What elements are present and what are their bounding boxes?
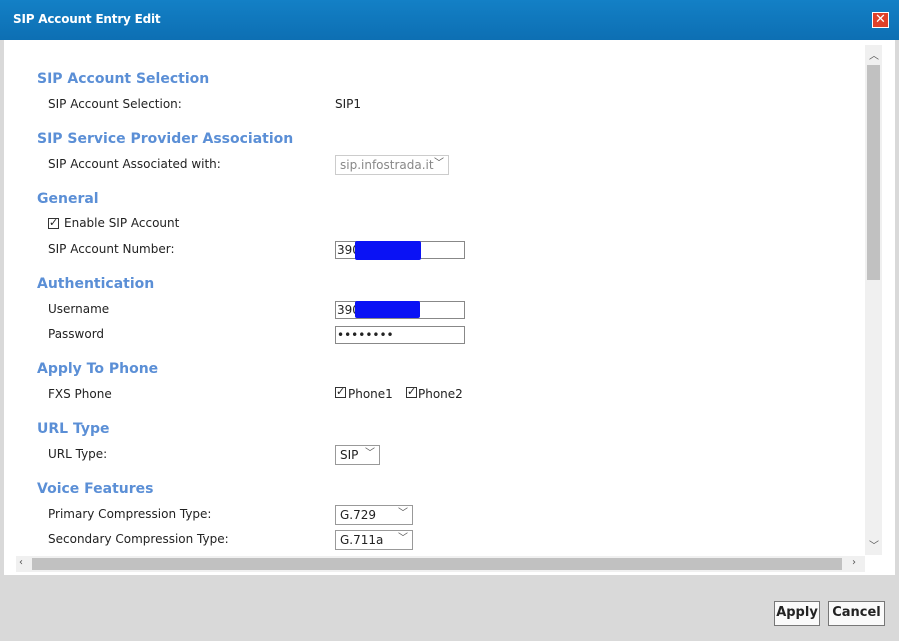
section-heading-account-selection: SIP Account Selection [37,71,210,87]
url-type-label: URL Type: [48,447,108,461]
dialog-titlebar: SIP Account Entry Edit ✕ [0,0,899,40]
password-input[interactable]: •••••••• [335,326,465,344]
username-label: Username [48,302,110,316]
primary-compression-label: Primary Compression Type: [48,507,212,521]
chevron-down-icon: ﹀ [365,448,375,459]
section-heading-general: General [37,191,99,207]
close-icon: ✕ [875,12,886,27]
section-heading-provider: SIP Service Provider Association [37,131,294,147]
secondary-compression-select[interactable]: G.711a ﹀ [335,530,413,550]
primary-compression-select[interactable]: G.729 ﹀ [335,505,413,525]
primary-compression-value: G.729 [340,508,377,522]
section-heading-apply-to-phone: Apply To Phone [37,361,159,377]
chevron-down-icon: ﹀ [398,533,408,544]
section-heading-voice-features: Voice Features [37,481,154,497]
apply-button[interactable]: Apply [774,601,820,626]
scroll-down-icon[interactable]: ﹀ [869,537,879,552]
secondary-compression-value: G.711a [340,533,384,547]
url-type-select[interactable]: SIP ﹀ [335,445,380,465]
horizontal-scrollbar[interactable]: ‹ › [16,556,865,572]
redaction-mark [355,241,421,260]
vertical-scrollbar[interactable]: ︿ ﹀ [865,45,882,555]
scroll-left-icon[interactable]: ‹ [19,557,23,568]
account-associated-label: SIP Account Associated with: [48,157,221,171]
redaction-mark [355,301,420,318]
enable-sip-account-checkbox[interactable]: ✓ [48,217,59,229]
password-label: Password [48,327,105,341]
provider-select: sip.infostrada.it ﹀ [335,155,449,175]
dialog-title: SIP Account Entry Edit [13,12,161,26]
enable-sip-account-label: Enable SIP Account [64,216,180,230]
phone2-label: Phone2 [418,387,463,401]
form-content: SIP Account Selection SIP Account Select… [4,40,864,555]
provider-select-value: sip.infostrada.it [340,158,434,172]
account-selection-value: SIP1 [335,97,362,111]
account-number-label: SIP Account Number: [48,242,175,256]
section-heading-authentication: Authentication [37,276,155,292]
scroll-right-icon[interactable]: › [852,557,856,568]
url-type-value: SIP [340,448,359,462]
password-value: •••••••• [337,328,394,342]
fxs-phone-label: FXS Phone [48,387,112,401]
vertical-scroll-thumb[interactable] [867,65,880,280]
horizontal-scroll-thumb[interactable] [32,558,842,570]
phone1-label: Phone1 [348,387,393,401]
account-selection-label: SIP Account Selection: [48,97,182,111]
section-heading-url-type: URL Type [37,421,110,437]
secondary-compression-label: Secondary Compression Type: [48,532,229,546]
dialog-body: SIP Account Selection SIP Account Select… [4,40,895,575]
phone2-checkbox[interactable]: ✓ [406,386,417,398]
cancel-button[interactable]: Cancel [828,601,885,626]
chevron-down-icon: ﹀ [398,508,408,519]
chevron-down-icon: ﹀ [434,158,444,169]
phone1-checkbox[interactable]: ✓ [335,386,346,398]
close-button[interactable]: ✕ [872,12,889,28]
scroll-up-icon[interactable]: ︿ [869,47,879,62]
